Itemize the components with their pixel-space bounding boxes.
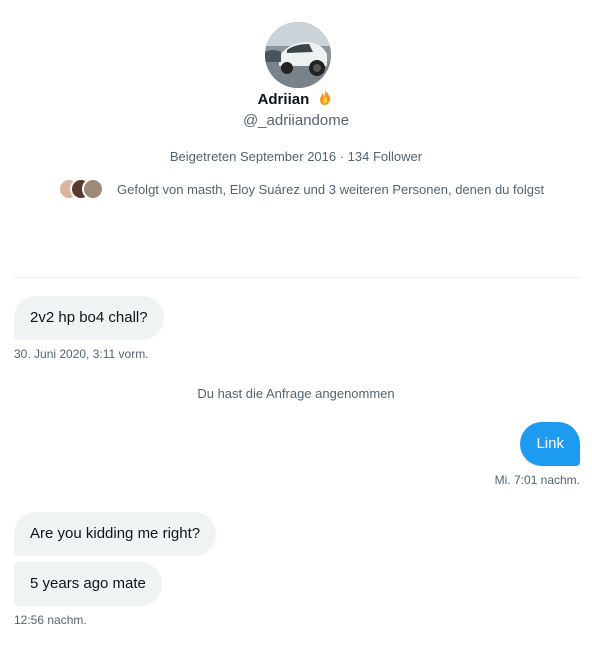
message-timestamp: 12:56 nachm.	[14, 613, 87, 627]
message-timestamp: 30. Juni 2020, 3:11 vorm.	[14, 347, 149, 361]
profile-name[interactable]: Adriian	[258, 91, 310, 108]
profile-meta: Beigetreten September 2016 · 134 Followe…	[169, 149, 423, 164]
profile-name-row: Adriian	[0, 88, 592, 110]
fire-emoji-icon	[320, 89, 331, 105]
profile-handle[interactable]: @_adriiandome	[0, 111, 592, 131]
profile-header: Adriian @_adriiandome Beigetreten Septem…	[0, 0, 592, 280]
header-divider	[14, 277, 580, 278]
message-bubble-incoming[interactable]: 2v2 hp bo4 chall?	[14, 296, 164, 340]
message-timestamp: Mi. 7:01 nachm.	[494, 473, 580, 487]
message-bubble-incoming[interactable]: 5 years ago mate	[14, 562, 162, 606]
message-bubble-outgoing[interactable]: Link	[520, 422, 580, 466]
message-bubble-incoming[interactable]: Are you kidding me right?	[14, 512, 217, 556]
followed-by-text: Gefolgt von masth, Eloy Suárez und 3 wei…	[117, 181, 545, 197]
system-message: Du hast die Anfrage angenommen	[197, 386, 395, 401]
profile-avatar[interactable]	[265, 22, 331, 88]
followers-you-know-avatars	[58, 176, 110, 202]
followed-by-row[interactable]: Gefolgt von masth, Eloy Suárez und 3 wei…	[58, 176, 544, 202]
follower-avatar-3	[82, 178, 104, 200]
avatar-car-photo-icon	[265, 22, 331, 88]
